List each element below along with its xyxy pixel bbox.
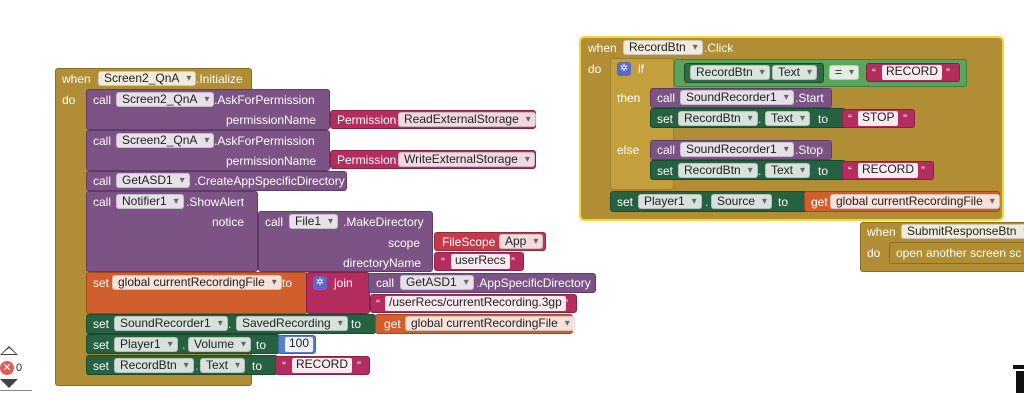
to-label: to <box>818 164 829 178</box>
component-dropdown[interactable]: RecordBtn <box>678 111 758 126</box>
text-value[interactable]: userRecs <box>451 254 510 269</box>
component-dropdown[interactable]: GetASD1 <box>400 275 474 290</box>
method-name: .ShowAlert <box>186 195 245 209</box>
operator-dropdown[interactable]: = <box>829 65 860 80</box>
call-label: call <box>93 93 112 107</box>
property-dropdown[interactable]: Volume <box>188 337 252 352</box>
permission-label: Permission <box>337 153 397 167</box>
component-dropdown[interactable]: Screen2_QnA <box>98 71 197 86</box>
text-value[interactable]: RECORD <box>858 163 919 178</box>
text-value[interactable]: RECORD <box>292 358 353 373</box>
set-label: set <box>93 276 110 290</box>
component-dropdown[interactable]: RecordBtn <box>678 163 758 178</box>
to-label: to <box>282 276 293 290</box>
component-dropdown[interactable]: Notifier1 <box>116 194 184 209</box>
call-label: call <box>93 134 112 148</box>
error-count: 0 <box>16 362 23 374</box>
param-label: notice <box>212 215 245 229</box>
warnings-indicator[interactable]: ✕ 0 <box>0 346 34 392</box>
set-label: set <box>657 164 674 178</box>
to-label: to <box>256 338 267 352</box>
property-dropdown[interactable]: Text <box>765 163 811 178</box>
event-name: .Initialize <box>196 72 243 86</box>
mutator-gear-icon[interactable]: ✲ <box>617 62 631 76</box>
param-label: permissionName <box>226 154 317 168</box>
method-name: .Start <box>795 91 824 105</box>
property-dropdown[interactable]: Text <box>200 358 246 373</box>
join-label: join <box>334 276 353 290</box>
component-dropdown[interactable]: SoundRecorder1 <box>114 316 228 331</box>
to-label: to <box>351 317 362 331</box>
component-dropdown[interactable]: File1 <box>289 214 339 229</box>
do-label: do <box>588 62 602 76</box>
mutator-gear-icon[interactable]: ✲ <box>313 276 327 290</box>
to-label: to <box>252 359 263 373</box>
call-label: call <box>657 143 676 157</box>
set-label: set <box>93 317 110 331</box>
method-name: .CreateAppSpecificDirectory <box>194 174 345 188</box>
component-dropdown[interactable]: Player1 <box>114 337 178 352</box>
method-name: .AskForPermission <box>214 93 315 107</box>
open-screen-label: open another screen sc <box>896 246 1022 260</box>
permission-dropdown[interactable]: ReadExternalStorage <box>398 112 536 127</box>
do-label: do <box>62 93 76 107</box>
component-dropdown[interactable]: SubmitResponseBtn <box>901 224 1024 239</box>
call-label: call <box>93 174 112 188</box>
method-name: .AskForPermission <box>214 134 315 148</box>
trash-icon[interactable] <box>1013 365 1024 393</box>
get-label: get <box>384 317 401 331</box>
call-label: call <box>657 91 676 105</box>
method-name: .Stop <box>795 143 824 157</box>
call-label: call <box>265 215 284 229</box>
component-dropdown[interactable]: Player1 <box>638 194 702 209</box>
event-name: .Click <box>704 41 734 55</box>
property-dropdown[interactable]: Text <box>772 65 818 80</box>
permission-dropdown[interactable]: WriteExternalStorage <box>398 152 535 167</box>
text-value[interactable]: RECORD <box>882 65 943 80</box>
set-label: set <box>657 112 674 126</box>
then-label: then <box>617 91 641 105</box>
set-label: set <box>617 195 634 209</box>
component-dropdown[interactable]: SoundRecorder1 <box>680 142 794 157</box>
component-dropdown[interactable]: RecordBtn <box>623 40 703 55</box>
number-value[interactable]: 100 <box>285 337 314 352</box>
component-dropdown[interactable]: Screen2_QnA <box>116 92 215 107</box>
method-name: .MakeDirectory <box>343 215 424 229</box>
text-value[interactable]: STOP <box>858 111 899 126</box>
variable-dropdown[interactable]: global currentRecordingFile <box>405 316 575 331</box>
param-label: directoryName <box>343 256 422 270</box>
component-dropdown[interactable]: RecordBtn <box>114 358 194 373</box>
set-label: set <box>93 338 110 352</box>
when-label: when <box>62 72 91 86</box>
component-dropdown[interactable]: Screen2_QnA <box>116 133 215 148</box>
component-dropdown[interactable]: RecordBtn <box>690 65 770 80</box>
do-label: do <box>867 246 881 260</box>
component-dropdown[interactable]: SoundRecorder1 <box>680 90 794 105</box>
filescope-label: FileScope <box>442 235 496 249</box>
error-icon: ✕ <box>0 361 14 375</box>
text-value[interactable]: /userRecs/currentRecording.3gp <box>385 296 566 311</box>
warning-toggle-down-icon[interactable] <box>0 379 18 388</box>
call-label: call <box>376 276 395 290</box>
when-label: when <box>588 41 617 55</box>
method-name: .AppSpecificDirectory <box>476 276 591 290</box>
call-label: call <box>93 195 112 209</box>
to-label: to <box>778 195 789 209</box>
when-label: when <box>867 225 896 239</box>
param-label: scope <box>388 236 421 250</box>
component-dropdown[interactable]: GetASD1 <box>116 173 190 188</box>
variable-dropdown[interactable]: global currentRecordingFile <box>112 275 282 290</box>
to-label: to <box>818 112 829 126</box>
param-label: permissionName <box>226 113 317 127</box>
set-label: set <box>93 359 110 373</box>
property-dropdown[interactable]: SavedRecording <box>236 316 348 331</box>
property-dropdown[interactable]: Text <box>765 111 811 126</box>
property-dropdown[interactable]: Source <box>711 194 773 209</box>
else-label: else <box>617 143 640 157</box>
filescope-dropdown[interactable]: App <box>499 234 544 249</box>
if-label: if <box>638 62 644 76</box>
variable-dropdown[interactable]: global currentRecordingFile <box>830 194 1000 209</box>
permission-label: Permission <box>337 113 397 127</box>
get-label: get <box>811 195 828 209</box>
